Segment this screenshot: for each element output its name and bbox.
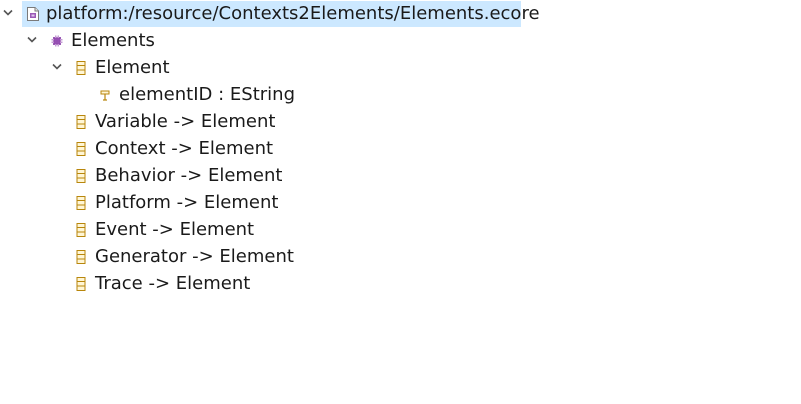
tree-row-eattribute[interactable]: elementID : EString — [0, 81, 801, 108]
tree-row-label: Elements — [71, 30, 155, 51]
tree-row-eclass[interactable]: Platform -> Element — [0, 189, 801, 216]
eattribute-icon — [100, 81, 114, 108]
tree-row-resource[interactable]: platform:/resource/Contexts2Elements/Ele… — [0, 0, 801, 27]
chevron-down-icon[interactable] — [26, 27, 40, 54]
ecore-tree-view[interactable]: platform:/resource/Contexts2Elements/Ele… — [0, 0, 801, 297]
eclass-icon — [76, 189, 90, 216]
tree-row-eclass[interactable]: Event -> Element — [0, 216, 801, 243]
tree-row-eclass[interactable]: Behavior -> Element — [0, 162, 801, 189]
tree-row-eclass[interactable]: Generator -> Element — [0, 243, 801, 270]
tree-row-label: Variable -> Element — [95, 111, 276, 132]
ecore-file-icon — [26, 0, 40, 27]
eclass-icon — [76, 54, 90, 81]
tree-row-label: Element — [95, 57, 170, 78]
tree-row-eclass-element[interactable]: Element — [0, 54, 801, 81]
epackage-icon — [51, 27, 65, 54]
chevron-down-icon[interactable] — [2, 0, 16, 27]
eclass-icon — [76, 108, 90, 135]
tree-row-package[interactable]: Elements — [0, 27, 801, 54]
eclass-icon — [76, 216, 90, 243]
tree-row-eclass[interactable]: Variable -> Element — [0, 108, 801, 135]
tree-row-label: platform:/resource/Contexts2Elements/Ele… — [46, 3, 540, 24]
eclass-icon — [76, 162, 90, 189]
tree-row-label: elementID : EString — [119, 84, 295, 105]
tree-row-label: Context -> Element — [95, 138, 274, 159]
tree-row-label: Generator -> Element — [95, 246, 294, 267]
tree-row-eclass[interactable]: Context -> Element — [0, 135, 801, 162]
eclass-icon — [76, 270, 90, 297]
tree-row-eclass[interactable]: Trace -> Element — [0, 270, 801, 297]
tree-row-label: Trace -> Element — [95, 273, 251, 294]
eclass-icon — [76, 243, 90, 270]
tree-row-label: Platform -> Element — [95, 192, 279, 213]
eclass-icon — [76, 135, 90, 162]
tree-row-label: Event -> Element — [95, 219, 255, 240]
tree-row-label: Behavior -> Element — [95, 165, 283, 186]
chevron-down-icon[interactable] — [51, 54, 65, 81]
